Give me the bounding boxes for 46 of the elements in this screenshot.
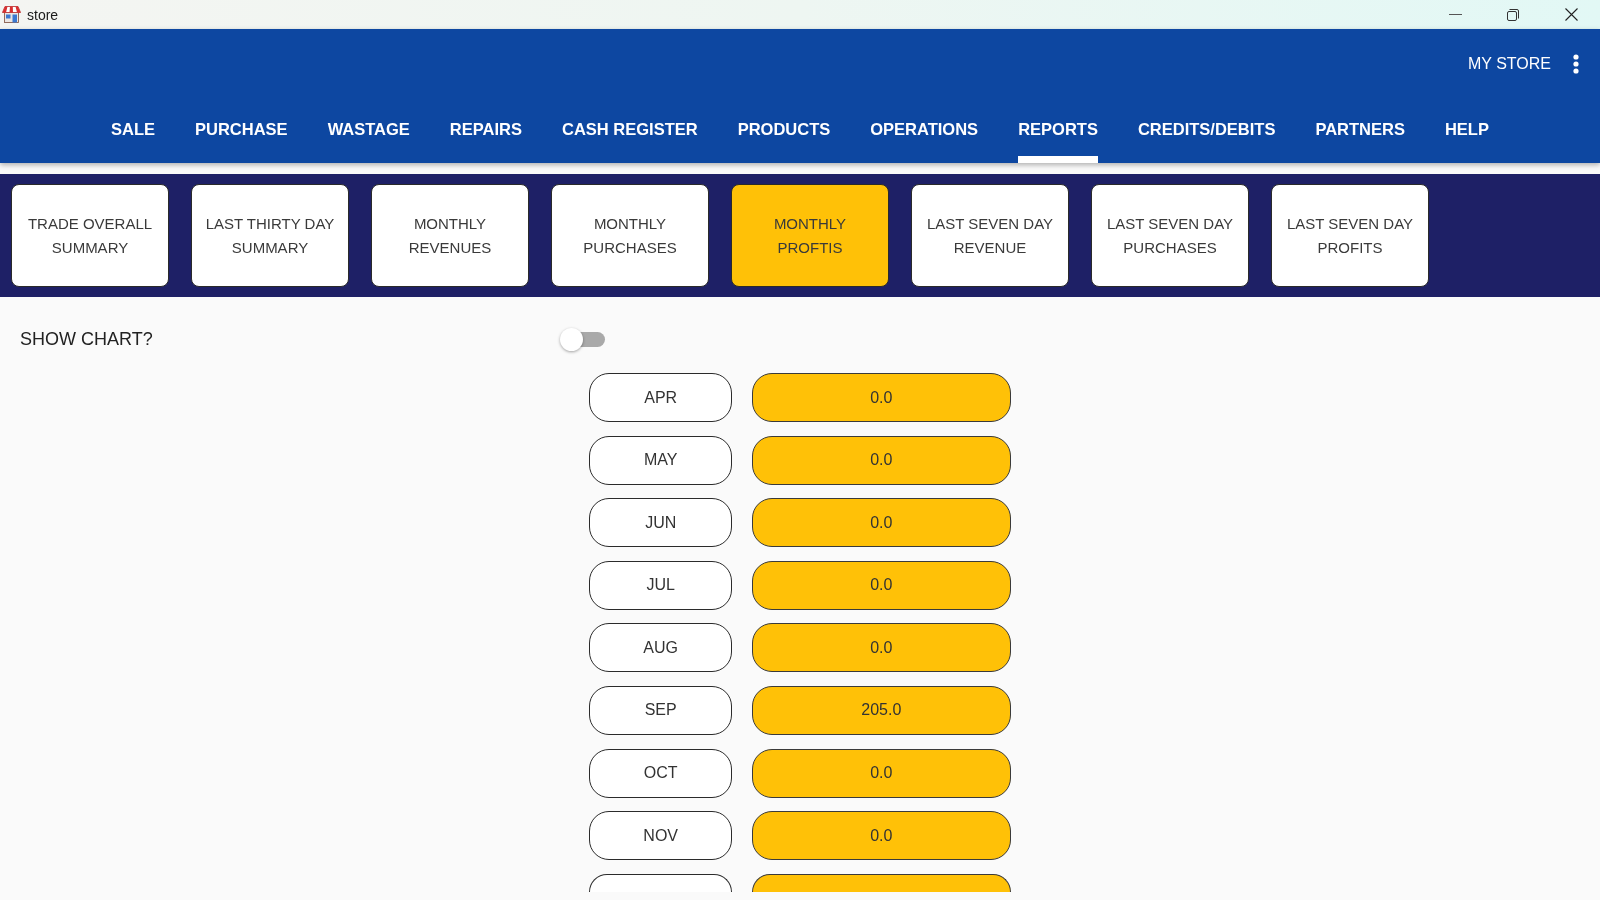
nav-tab[interactable]: CREDITS/DEBITS bbox=[1137, 99, 1276, 163]
report-tab[interactable]: MONTHLY PROFTIS bbox=[731, 184, 889, 287]
store-name: MY STORE bbox=[1468, 54, 1551, 74]
profit-value: 0.0 bbox=[751, 560, 1011, 610]
nav-tab[interactable]: PURCHASE bbox=[195, 99, 288, 163]
close-icon bbox=[1564, 8, 1578, 21]
clipped-month-button[interactable] bbox=[589, 873, 733, 892]
month-button[interactable]: OCT bbox=[589, 748, 733, 798]
profit-value: 205.0 bbox=[751, 685, 1011, 735]
nav-tab[interactable]: REPORTS bbox=[1018, 99, 1098, 163]
profit-value: 0.0 bbox=[751, 435, 1011, 485]
nav-tab[interactable]: OPERATIONS bbox=[870, 99, 979, 163]
nav-tab[interactable]: PARTNERS bbox=[1315, 99, 1405, 163]
report-tab[interactable]: LAST THIRTY DAY SUMMARY bbox=[191, 184, 349, 287]
month-button[interactable]: NOV bbox=[589, 811, 733, 861]
kebab-menu-icon bbox=[1573, 54, 1579, 74]
report-tab[interactable]: LAST SEVEN DAY PROFITS bbox=[1271, 184, 1429, 287]
nav-tab[interactable]: WASTAGE bbox=[327, 99, 410, 163]
nav-tab[interactable]: REPAIRS bbox=[449, 99, 522, 163]
profit-value: 0.0 bbox=[751, 373, 1011, 422]
window-title: store bbox=[27, 5, 59, 24]
show-chart-label: SHOW CHART? bbox=[20, 328, 153, 350]
store-icon bbox=[2, 6, 21, 23]
month-button[interactable]: APR bbox=[589, 373, 733, 422]
month-button[interactable]: SEP bbox=[589, 685, 733, 735]
report-tab[interactable]: MONTHLY PURCHASES bbox=[551, 184, 709, 287]
nav-tab[interactable]: SALE bbox=[111, 99, 156, 163]
profit-value: 0.0 bbox=[751, 811, 1011, 861]
report-tab[interactable]: TRADE OVERALL SUMMARY bbox=[11, 184, 169, 287]
profit-value: 0.0 bbox=[751, 498, 1011, 548]
profit-value: 0.0 bbox=[751, 623, 1011, 673]
month-button[interactable]: JUL bbox=[589, 560, 733, 610]
menu-button[interactable] bbox=[1573, 54, 1579, 74]
profit-value: 0.0 bbox=[751, 748, 1011, 798]
minimize-icon bbox=[1448, 14, 1462, 15]
report-tab[interactable]: LAST SEVEN DAY PURCHASES bbox=[1091, 184, 1249, 287]
nav-tab[interactable]: CASH REGISTER bbox=[561, 99, 698, 163]
restore-icon bbox=[1507, 8, 1519, 21]
nav-tab[interactable]: PRODUCTS bbox=[737, 99, 831, 163]
report-tab[interactable]: MONTHLY REVENUES bbox=[371, 184, 529, 287]
toggle-switch[interactable] bbox=[560, 327, 605, 351]
month-button[interactable]: JUN bbox=[589, 498, 733, 548]
month-button[interactable]: MAY bbox=[589, 435, 733, 485]
nav-tab[interactable]: HELP bbox=[1444, 99, 1489, 163]
report-tab[interactable]: LAST SEVEN DAY REVENUE bbox=[911, 184, 1069, 287]
month-button[interactable]: AUG bbox=[589, 623, 733, 673]
